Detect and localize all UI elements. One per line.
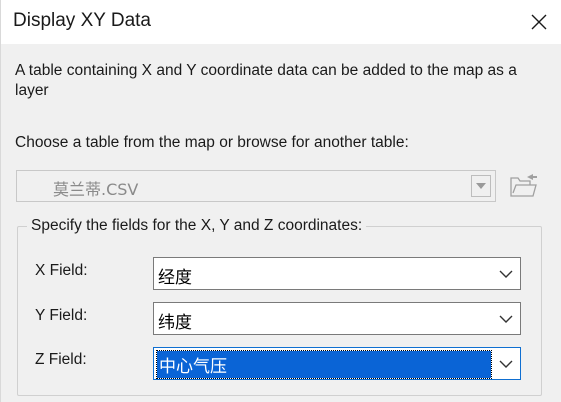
close-icon xyxy=(531,14,547,30)
y-field-select[interactable]: 纬度 xyxy=(153,302,521,335)
x-field-select[interactable]: 经度 xyxy=(153,257,521,290)
table-combobox-value: 莫兰蒂.CSV xyxy=(53,180,139,199)
chevron-down-icon xyxy=(499,360,513,368)
z-field-label: Z Field: xyxy=(35,351,87,368)
close-button[interactable] xyxy=(516,0,561,44)
dialog-title: Display XY Data xyxy=(13,10,151,31)
table-chooser-label: Choose a table from the map or browse fo… xyxy=(15,134,409,151)
dropdown-arrow-icon xyxy=(476,183,486,189)
coordinates-group-title: Specify the fields for the X, Y and Z co… xyxy=(27,217,367,235)
display-xy-data-dialog: Display XY Data A table containing X and… xyxy=(0,0,561,402)
z-field-select[interactable]: 中心气压 xyxy=(153,347,521,380)
z-field-value: 中心气压 xyxy=(156,350,492,379)
title-bar: Display XY Data xyxy=(1,0,561,44)
chevron-down-icon xyxy=(499,315,513,323)
table-combobox[interactable]: 莫兰蒂.CSV xyxy=(16,170,496,202)
chevron-down-icon xyxy=(499,270,513,278)
y-field-value: 纬度 xyxy=(158,313,192,333)
dialog-description: A table containing X and Y coordinate da… xyxy=(15,62,517,99)
y-field-label: Y Field: xyxy=(35,307,88,324)
x-field-label: X Field: xyxy=(35,262,88,279)
table-combobox-dropdown-button[interactable] xyxy=(471,175,491,197)
browse-table-button[interactable] xyxy=(507,171,541,201)
open-folder-icon xyxy=(510,174,537,197)
x-field-value: 经度 xyxy=(158,268,192,288)
